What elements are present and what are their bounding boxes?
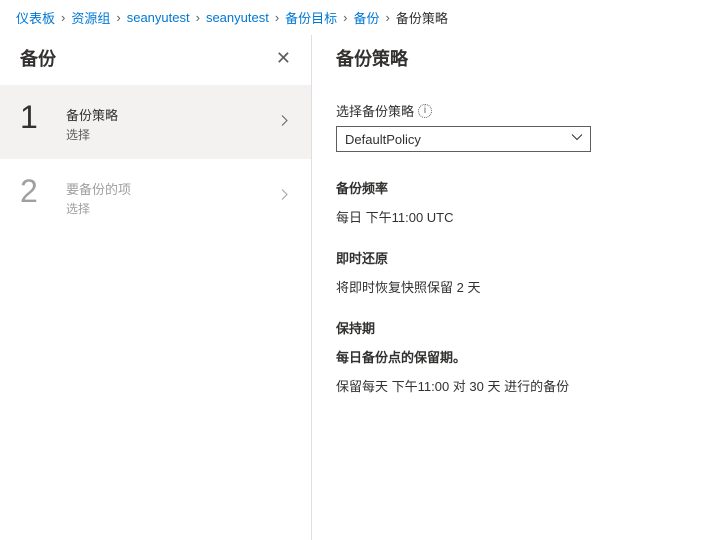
breadcrumb-item[interactable]: 资源组 [71,8,110,27]
frequency-value: 每日 下午11:00 UTC [336,207,679,226]
step-items-to-backup[interactable]: 2 要备份的项 选择 [0,159,311,233]
close-icon[interactable]: ✕ [276,49,291,67]
breadcrumb-item[interactable]: seanyutest [206,10,269,25]
step-number: 1 [20,101,66,133]
right-panel: 备份策略 选择备份策略 i DefaultPolicy 备份频率 每日 下午11… [312,35,703,540]
chevron-right-icon: › [196,10,200,25]
step-number: 2 [20,175,66,207]
step-backup-policy[interactable]: 1 备份策略 选择 [0,85,311,159]
retention-daily-value: 保留每天 下午11:00 对 30 天 进行的备份 [336,376,679,395]
chevron-right-icon: › [275,10,279,25]
retention-daily-title: 每日备份点的保留期。 [336,347,679,366]
frequency-title: 备份频率 [336,178,679,197]
chevron-right-icon: › [386,10,390,25]
main-layout: 备份 ✕ 1 备份策略 选择 2 要备份的项 选择 备份策略 [0,35,703,540]
step-text: 备份策略 选择 [66,101,291,143]
breadcrumb-item[interactable]: seanyutest [127,10,190,25]
retention-title: 保持期 [336,318,679,337]
policy-select-value[interactable]: DefaultPolicy [336,126,591,152]
instant-restore-title: 即时还原 [336,248,679,267]
left-header: 备份 ✕ [0,35,311,85]
step-sub: 选择 [66,126,291,143]
chevron-right-icon: › [116,10,120,25]
breadcrumb-item[interactable]: 备份 [354,8,380,27]
page-title: 备份策略 [336,45,679,71]
breadcrumb-item[interactable]: 备份目标 [285,8,337,27]
policy-select-label: 选择备份策略 i [336,101,679,120]
policy-select[interactable]: DefaultPolicy [336,126,591,152]
step-sub: 选择 [66,200,291,217]
info-icon[interactable]: i [418,104,432,118]
chevron-right-icon: › [343,10,347,25]
breadcrumb-item[interactable]: 仪表板 [16,8,55,27]
step-title: 要备份的项 [66,179,291,198]
instant-restore-value: 将即时恢复快照保留 2 天 [336,277,679,296]
left-panel: 备份 ✕ 1 备份策略 选择 2 要备份的项 选择 [0,35,312,540]
step-text: 要备份的项 选择 [66,175,291,217]
left-panel-title: 备份 [20,45,56,71]
breadcrumb: 仪表板 › 资源组 › seanyutest › seanyutest › 备份… [0,0,703,35]
chevron-right-icon [279,115,291,130]
chevron-right-icon: › [61,10,65,25]
breadcrumb-current: 备份策略 [396,8,448,27]
step-title: 备份策略 [66,105,291,124]
chevron-right-icon [279,189,291,204]
